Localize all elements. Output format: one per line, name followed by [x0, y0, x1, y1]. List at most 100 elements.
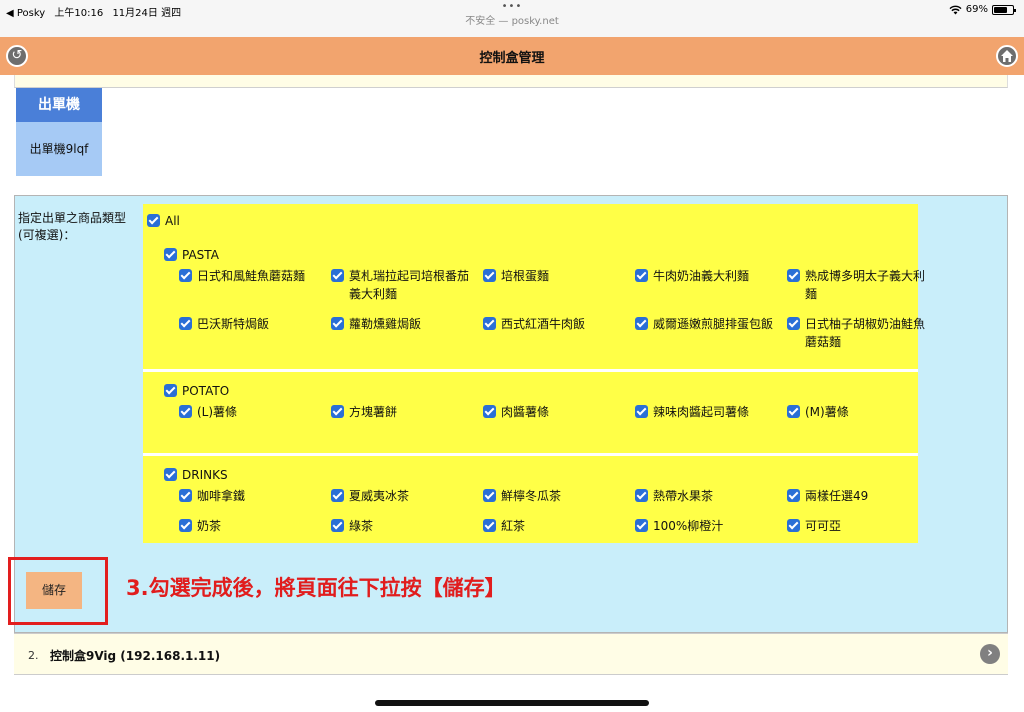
item-label: 可可亞: [805, 519, 842, 533]
item-checkbox[interactable]: 綠茶: [331, 517, 473, 535]
all-checkbox[interactable]: All: [147, 210, 180, 229]
controller-row[interactable]: 2. 控制盒9Vig (192.168.1.11) ›: [14, 633, 1008, 675]
item-checkbox[interactable]: 牛肉奶油義大利麵: [635, 267, 777, 285]
item-label: 莫札瑞拉起司培根番茄義大利麵: [349, 269, 470, 301]
item-label: 綠茶: [349, 519, 374, 533]
item-label: 日式柚子胡椒奶油鮭魚蘑菇麵: [805, 317, 926, 349]
controller-name: 控制盒9Vig (192.168.1.11): [50, 649, 221, 663]
item-label: 奶茶: [197, 519, 222, 533]
checkbox-checked-icon: [179, 489, 192, 502]
item-checkbox[interactable]: 肉醬薯條: [483, 403, 625, 421]
item-checkbox[interactable]: (L)薯條: [179, 403, 321, 421]
checkbox-checked-icon: [483, 489, 496, 502]
item-label: 巴沃斯特焗飯: [197, 317, 270, 331]
chevron-right-icon[interactable]: ›: [980, 644, 1000, 664]
all-row: All: [143, 204, 918, 236]
checkbox-checked-icon: [147, 214, 160, 227]
item-checkbox[interactable]: 熱帶水果茶: [635, 487, 777, 505]
checkbox-checked-icon: [635, 269, 648, 282]
item-checkbox[interactable]: 西式紅酒牛肉飯: [483, 315, 625, 333]
category-options-box: All PASTA 日式和風鮭魚蘑菇麵 莫札瑞拉起司培根番茄義大利麵 培根蛋麵 …: [143, 204, 925, 543]
save-button[interactable]: 儲存: [26, 572, 82, 609]
drinks-checkbox[interactable]: DRINKS: [164, 464, 228, 483]
item-label: 西式紅酒牛肉飯: [501, 317, 586, 331]
item-checkbox[interactable]: 兩樣任選49: [787, 487, 929, 505]
item-checkbox[interactable]: 鮮檸冬瓜茶: [483, 487, 625, 505]
annotation-instruction: 3.勾選完成後，將頁面往下拉按【儲存】: [126, 576, 506, 600]
group-title-row: PASTA: [143, 236, 918, 267]
checkbox-checked-icon: [179, 405, 192, 418]
controller-index: 2.: [28, 649, 39, 662]
checkbox-checked-icon: [635, 519, 648, 532]
checkbox-checked-icon: [787, 405, 800, 418]
checkbox-checked-icon: [483, 519, 496, 532]
item-label: 100%柳橙汁: [653, 519, 724, 533]
category-group-potato: POTATO (L)薯條 方塊薯餅 肉醬薯條 辣味肉醬起司薯條 (M)薯條: [143, 369, 918, 453]
group-label: DRINKS: [182, 468, 228, 482]
more-dots-icon[interactable]: •••: [0, 2, 1024, 12]
drinks-items: 咖啡拿鐵 夏威夷冰茶 鮮檸冬瓜茶 熱帶水果茶 兩樣任選49 奶茶 綠茶 紅茶 1…: [143, 487, 918, 543]
checkbox-checked-icon: [483, 317, 496, 330]
item-label: (M)薯條: [805, 405, 849, 419]
item-label: 咖啡拿鐵: [197, 489, 246, 503]
item-checkbox[interactable]: 日式柚子胡椒奶油鮭魚蘑菇麵: [787, 315, 929, 351]
app-header: ↺ 控制盒管理: [0, 37, 1024, 75]
checkbox-checked-icon: [787, 489, 800, 502]
status-right: 69%: [949, 4, 1016, 15]
item-checkbox[interactable]: 日式和風鮭魚蘑菇麵: [179, 267, 321, 285]
item-checkbox[interactable]: 巴沃斯特焗飯: [179, 315, 321, 333]
wifi-icon: [949, 5, 962, 14]
home-indicator: [375, 700, 649, 706]
battery-icon: [992, 4, 1016, 15]
potato-checkbox[interactable]: POTATO: [164, 380, 229, 399]
address-bar[interactable]: ••• 不安全 — posky.net: [0, 2, 1024, 28]
checkbox-checked-icon: [179, 519, 192, 532]
item-checkbox[interactable]: 咖啡拿鐵: [179, 487, 321, 505]
item-checkbox[interactable]: 培根蛋麵: [483, 267, 625, 285]
item-label: 熟成博多明太子義大利麵: [805, 269, 926, 301]
checkbox-checked-icon: [331, 317, 344, 330]
item-checkbox[interactable]: 辣味肉醬起司薯條: [635, 403, 777, 421]
checkbox-checked-icon: [164, 248, 177, 261]
item-checkbox[interactable]: 奶茶: [179, 517, 321, 535]
item-label: (L)薯條: [197, 405, 238, 419]
item-checkbox[interactable]: 莫札瑞拉起司培根番茄義大利麵: [331, 267, 473, 303]
home-button[interactable]: [996, 45, 1018, 67]
potato-items: (L)薯條 方塊薯餅 肉醬薯條 辣味肉醬起司薯條 (M)薯條: [143, 403, 918, 453]
item-checkbox[interactable]: 可可亞: [787, 517, 929, 535]
item-checkbox[interactable]: 威爾遜嫩煎腿排蛋包飯: [635, 315, 777, 333]
item-label: 熱帶水果茶: [653, 489, 714, 503]
printer-section-header: 出單機: [16, 88, 102, 122]
group-title-row: POTATO: [143, 372, 918, 403]
item-label: 紅茶: [501, 519, 526, 533]
checkbox-checked-icon: [331, 405, 344, 418]
checkbox-checked-icon: [635, 489, 648, 502]
url-text: 不安全 — posky.net: [465, 16, 559, 27]
status-bar: ◀ Posky 上午10:16 11月24日 週四 ••• 不安全 — posk…: [0, 0, 1024, 37]
checkbox-checked-icon: [164, 384, 177, 397]
page-title: 控制盒管理: [479, 51, 545, 66]
home-icon: [1001, 50, 1013, 62]
item-label: 牛肉奶油義大利麵: [653, 269, 750, 283]
pasta-checkbox[interactable]: PASTA: [164, 244, 219, 263]
printer-item[interactable]: 出單機9lqf: [16, 122, 102, 176]
category-field-label: 指定出單之商品類型(可複選)：: [18, 211, 127, 242]
item-checkbox[interactable]: 蘿勒燻雞焗飯: [331, 315, 473, 333]
checkbox-checked-icon: [483, 405, 496, 418]
item-checkbox[interactable]: 方塊薯餅: [331, 403, 473, 421]
item-checkbox[interactable]: (M)薯條: [787, 403, 929, 421]
item-checkbox[interactable]: 夏威夷冰茶: [331, 487, 473, 505]
item-label: 方塊薯餅: [349, 405, 398, 419]
item-checkbox[interactable]: 熟成博多明太子義大利麵: [787, 267, 929, 303]
item-label: 威爾遜嫩煎腿排蛋包飯: [653, 317, 774, 331]
item-label: 蘿勒燻雞焗飯: [349, 317, 422, 331]
checkbox-checked-icon: [331, 269, 344, 282]
category-config-panel: 指定出單之商品類型(可複選)： All PASTA 日式和風鮭魚蘑菇麵 莫札瑞拉…: [14, 195, 1008, 633]
category-group-pasta: PASTA 日式和風鮭魚蘑菇麵 莫札瑞拉起司培根番茄義大利麵 培根蛋麵 牛肉奶油…: [143, 236, 925, 369]
item-checkbox[interactable]: 100%柳橙汁: [635, 517, 777, 535]
checkbox-checked-icon: [635, 405, 648, 418]
item-checkbox[interactable]: 紅茶: [483, 517, 625, 535]
checkbox-checked-icon: [787, 317, 800, 330]
item-label: 日式和風鮭魚蘑菇麵: [197, 269, 306, 283]
checkbox-checked-icon: [331, 489, 344, 502]
